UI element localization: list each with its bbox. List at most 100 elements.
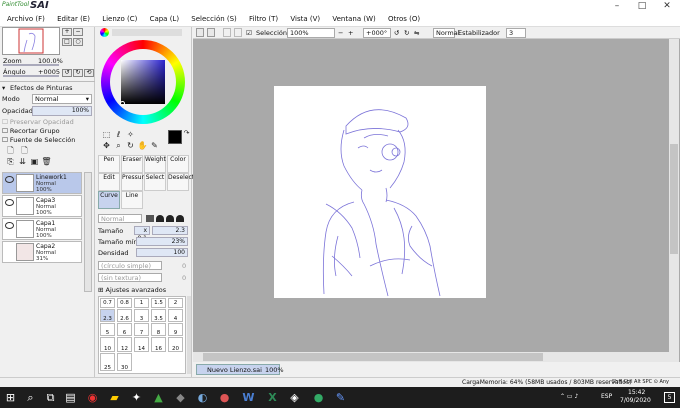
tool-eraser[interactable]: Eraser — [121, 155, 143, 173]
tip-flat-icon[interactable] — [176, 215, 184, 222]
brush-blend-select[interactable]: Normal — [98, 214, 142, 223]
tool-deselect[interactable]: Deselect — [167, 173, 194, 191]
menu-editar[interactable]: Editar (E) — [52, 13, 95, 26]
document-tab[interactable]: Nuevo Lienzo.sai 100% — [196, 364, 284, 375]
brush-size[interactable]: 14 — [134, 337, 149, 352]
eye-icon[interactable] — [5, 199, 14, 206]
blend-mode-select[interactable]: Normal ▾ — [32, 94, 92, 104]
brush-size[interactable]: 8 — [151, 323, 166, 336]
close-button[interactable]: ✕ — [655, 0, 679, 13]
app-icon[interactable]: ◆ — [172, 389, 189, 406]
saturation-value-square[interactable] — [121, 60, 165, 104]
brush-size[interactable]: 20 — [168, 337, 183, 352]
layer-scrollbar[interactable] — [84, 172, 92, 292]
navigator-thumbnail[interactable] — [2, 27, 60, 55]
tool-pressure[interactable]: Pressure — [121, 173, 148, 191]
brush-size[interactable]: 1.5 — [151, 298, 166, 308]
angle-slider[interactable] — [3, 75, 59, 77]
menu-capa[interactable]: Capa (L) — [145, 13, 185, 26]
select-all-icon[interactable] — [223, 28, 231, 37]
layer-item[interactable]: Capa3 Normal 100% — [2, 195, 82, 217]
tool-pen[interactable]: Pen — [98, 155, 120, 173]
swap-colors-icon[interactable]: ↷ — [180, 128, 193, 138]
brush-shape-select[interactable]: (círculo simple) — [98, 261, 162, 270]
tool-line[interactable]: Line — [121, 191, 143, 209]
brush-size[interactable]: 0.8 — [117, 298, 132, 308]
menu-ventana[interactable]: Ventana (W) — [327, 13, 380, 26]
selection-source-checkbox[interactable]: ☐ Fuente de Selección — [2, 136, 75, 144]
tip-soft-icon[interactable] — [166, 215, 174, 222]
brush-size[interactable]: 6 — [117, 323, 132, 336]
color-wheel-tab-icon[interactable] — [100, 28, 109, 37]
menu-archivo[interactable]: Archivo (F) — [2, 13, 50, 26]
search-icon[interactable]: ⌕ — [22, 389, 39, 406]
minimize-button[interactable]: – — [605, 0, 629, 13]
brush-size[interactable]: 12 — [117, 337, 132, 352]
menu-seleccion[interactable]: Selección (S) — [186, 13, 242, 26]
file-explorer-icon[interactable]: ▤ — [62, 389, 79, 406]
menu-vista[interactable]: Vista (V) — [285, 13, 325, 26]
new-set-icon[interactable]: 🗋 — [18, 146, 31, 156]
preserve-opacity-checkbox[interactable]: ☐ Preservar Opacidad — [2, 118, 74, 126]
advanced-toggle[interactable]: ⊞ Ajustes avanzados — [98, 286, 166, 294]
rotate-right-icon[interactable]: ↻ — [73, 69, 83, 77]
rotate-left-icon[interactable]: ↺ — [62, 69, 72, 77]
word-icon[interactable]: W — [240, 389, 257, 406]
zoom-out-icon[interactable]: − — [73, 28, 83, 36]
reset-icon[interactable]: ○ — [73, 38, 83, 46]
fit-icon[interactable]: □ — [62, 38, 72, 46]
new-layer-icon[interactable]: 🗋 — [4, 146, 17, 156]
brush-size[interactable]: 5 — [100, 323, 115, 336]
brush-size-selected[interactable]: 2.3 — [100, 309, 115, 322]
color-tabs-strip[interactable] — [112, 29, 182, 36]
tip-square-icon[interactable] — [146, 215, 154, 222]
app-icon[interactable]: ✦ — [128, 389, 145, 406]
chrome-icon[interactable]: ◉ — [84, 389, 101, 406]
flip-icon[interactable]: ⇋ — [414, 29, 419, 37]
app-icon[interactable]: ▲ — [150, 389, 167, 406]
brush-size[interactable]: 25 — [100, 353, 115, 371]
layer-item[interactable]: Capa2 Normal 31% — [2, 241, 82, 263]
zoom-minus-icon[interactable]: − — [338, 29, 343, 37]
tool-weight[interactable]: Weight — [144, 155, 166, 173]
magic-wand-icon[interactable]: ✧ — [124, 130, 137, 140]
tool-edit[interactable]: Edit — [98, 173, 120, 191]
layer-item[interactable]: Linework1 Normal 100% — [2, 172, 82, 194]
app-icon[interactable]: ● — [310, 389, 327, 406]
drawing-canvas[interactable] — [274, 86, 486, 298]
excel-icon[interactable]: X — [264, 389, 281, 406]
app-icon[interactable]: ◐ — [194, 389, 211, 406]
brush-size[interactable]: 16 — [151, 337, 166, 352]
paint-tool-sai-taskbar-icon[interactable]: ✎ — [332, 389, 349, 406]
layer-item[interactable]: Capa1 Normal 100% — [2, 218, 82, 240]
app-icon[interactable]: ● — [216, 389, 233, 406]
invert-icon[interactable] — [207, 28, 215, 37]
brush-size[interactable]: 4 — [168, 309, 183, 322]
menu-lienzo[interactable]: Lienzo (C) — [97, 13, 142, 26]
task-view-icon[interactable]: ⧉ — [42, 389, 59, 406]
brush-size[interactable]: 2.6 — [117, 309, 132, 322]
canvas-blend-select[interactable]: Normal — [433, 28, 460, 38]
min-size-slider[interactable]: 23% — [136, 237, 188, 246]
zoom-select[interactable]: 100% — [287, 28, 335, 38]
deselect-icon[interactable] — [196, 28, 204, 37]
expand-icon[interactable]: ▾ — [2, 84, 5, 92]
tip-round-icon[interactable] — [156, 215, 164, 222]
maximize-button[interactable]: □ — [630, 0, 654, 13]
clock-date[interactable]: 7/09/2020 — [620, 397, 651, 404]
size-slider[interactable]: 2.3 — [152, 226, 188, 235]
zoom-slider[interactable] — [3, 64, 59, 66]
menu-otros[interactable]: Otros (O) — [383, 13, 425, 26]
app-icon[interactable]: ◈ — [286, 389, 303, 406]
size-multiplier[interactable]: x 0.1 — [134, 226, 150, 242]
selection-checkbox[interactable]: ☑ — [246, 29, 252, 37]
horizontal-scrollbar[interactable] — [193, 352, 669, 362]
opacity-slider[interactable]: 100% — [32, 106, 92, 116]
color-wheel[interactable] — [101, 40, 185, 124]
brush-size[interactable]: 10 — [100, 337, 115, 352]
vertical-scrollbar[interactable] — [669, 39, 679, 362]
rotate-cw-icon[interactable]: ↻ — [404, 29, 409, 37]
eyedropper-icon[interactable]: ✎ — [148, 141, 161, 151]
tool-color[interactable]: Color — [167, 155, 189, 173]
brush-size[interactable]: 3 — [134, 309, 149, 322]
